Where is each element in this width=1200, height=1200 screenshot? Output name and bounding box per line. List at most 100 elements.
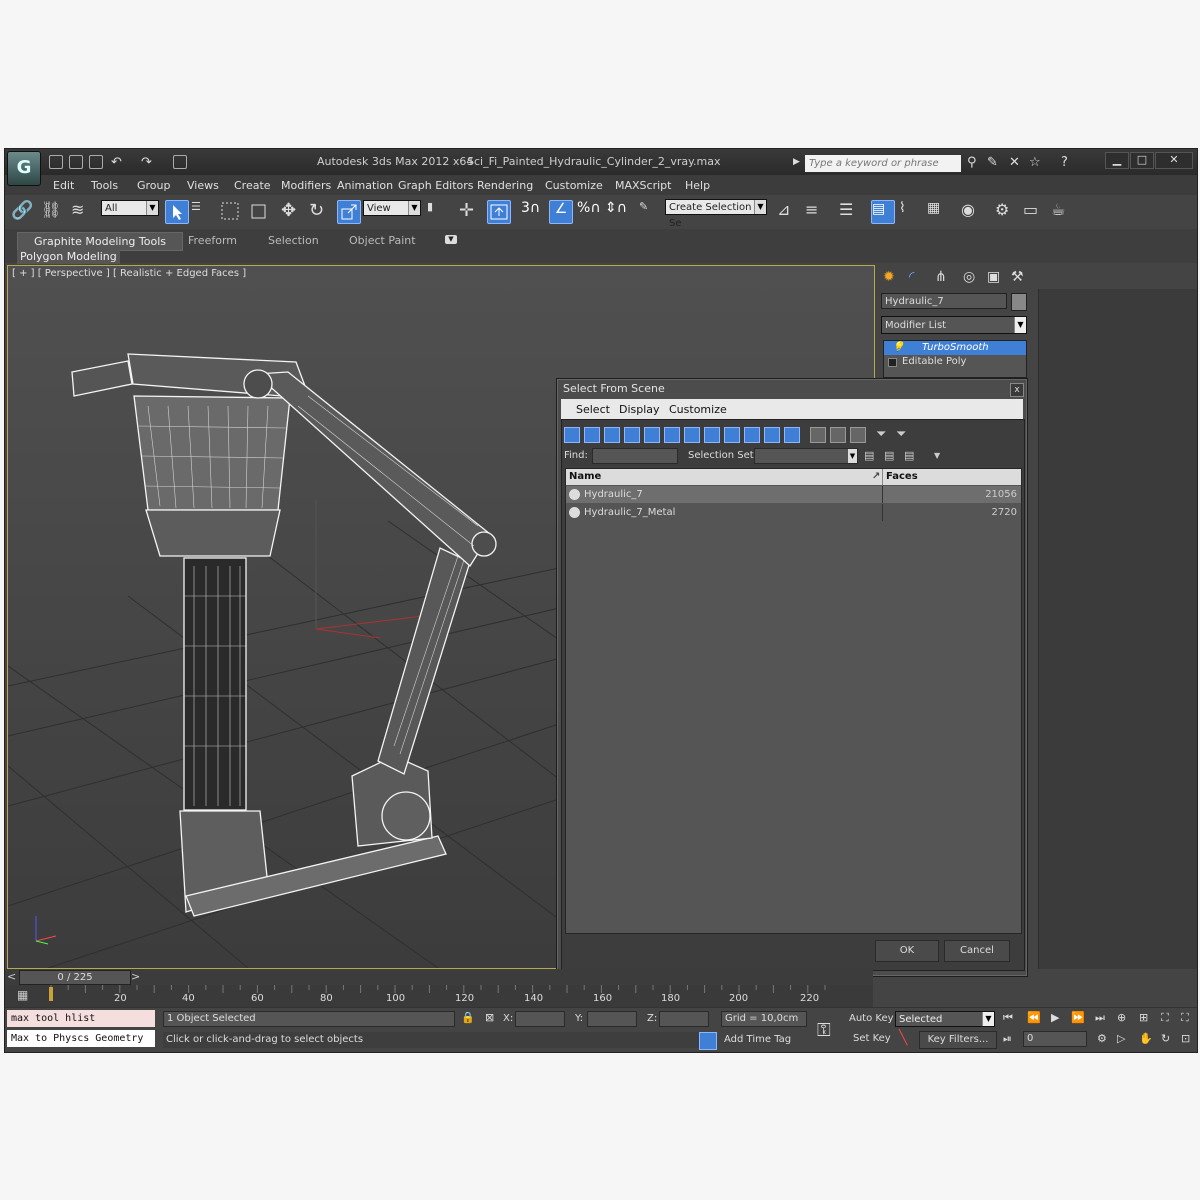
display-shapes-button[interactable]: [584, 427, 600, 443]
display-all-button[interactable]: [810, 427, 826, 443]
key-mode-dropdown[interactable]: Selected ▼: [895, 1011, 995, 1027]
close-window-button[interactable]: ✕: [1155, 152, 1193, 169]
menu-maxscript[interactable]: MAXScript: [615, 179, 671, 192]
set-key-icon[interactable]: ⚿: [817, 1020, 831, 1041]
modifier-item-editable-poly[interactable]: Editable Poly: [884, 355, 1026, 369]
maxscript-listener-line2[interactable]: Max to Physcs Geometry: [7, 1030, 155, 1047]
menu-edit[interactable]: Edit: [53, 179, 74, 192]
menu-animation[interactable]: Animation: [337, 179, 393, 192]
search-input[interactable]: Type a keyword or phrase: [805, 155, 961, 172]
zoom-icon[interactable]: ⊕: [1117, 1011, 1126, 1024]
panel-polygon-modeling[interactable]: Polygon Modeling: [17, 250, 120, 264]
scale-button[interactable]: [337, 200, 361, 224]
named-selection-set-dropdown[interactable]: Create Selection Se ▼: [665, 199, 767, 229]
object-name-field[interactable]: Hydraulic_7: [881, 293, 1007, 309]
dialog-close-button[interactable]: x: [1010, 383, 1024, 397]
ribbon-options-icon[interactable]: ▼: [445, 235, 457, 244]
column-name-header[interactable]: Name: [569, 471, 601, 482]
selection-lock-icon[interactable]: 🔒: [461, 1011, 475, 1024]
undo-icon[interactable]: ↶: [111, 156, 124, 169]
key-filters-button[interactable]: Key Filters...: [919, 1031, 997, 1049]
binoculars-icon[interactable]: ⚲: [967, 156, 980, 169]
keyboard-shortcut-override-button[interactable]: [487, 200, 511, 224]
unlink-icon[interactable]: ⛓: [41, 200, 65, 224]
mini-curve-editor-icon[interactable]: ▦: [17, 988, 28, 1002]
display-xrefs-button[interactable]: [704, 427, 720, 443]
filter-funnel-icon[interactable]: ⏷: [876, 427, 886, 442]
expand-plus-icon[interactable]: [888, 358, 897, 367]
tab-graphite-modeling-tools[interactable]: Graphite Modeling Tools: [17, 232, 184, 251]
display-tab-icon[interactable]: ▣: [987, 269, 1000, 285]
render-teapot-icon[interactable]: ☕: [1051, 200, 1075, 224]
time-tag-icon[interactable]: [699, 1032, 717, 1050]
selection-set-dropdown[interactable]: ▼: [754, 448, 858, 464]
display-lights-button[interactable]: [604, 427, 620, 443]
open-file-icon[interactable]: [69, 155, 83, 169]
pan-icon[interactable]: ✋: [1139, 1032, 1153, 1045]
object-color-swatch[interactable]: [1011, 293, 1027, 311]
toolbar-overflow-icon[interactable]: ▼: [934, 451, 940, 460]
x-coordinate-field[interactable]: [515, 1011, 565, 1027]
cancel-button[interactable]: Cancel: [944, 940, 1010, 962]
ok-button[interactable]: OK: [875, 940, 939, 962]
time-slider[interactable]: < 0 / 225 >: [5, 969, 873, 985]
filter-options-icon[interactable]: ⏷: [896, 427, 906, 442]
display-none-button[interactable]: [830, 427, 846, 443]
project-folder-icon[interactable]: [173, 155, 187, 169]
rectangular-selection-icon[interactable]: [219, 200, 243, 224]
redo-icon[interactable]: ↷: [141, 156, 154, 169]
zoom-all-icon[interactable]: ⊞: [1139, 1011, 1148, 1024]
help-icon[interactable]: ?: [1061, 156, 1074, 169]
select-by-name-icon[interactable]: ☰: [191, 200, 215, 224]
favorites-star-icon[interactable]: ☆: [1029, 156, 1042, 169]
display-groups-button[interactable]: [684, 427, 700, 443]
tab-object-paint[interactable]: Object Paint: [349, 232, 416, 249]
save-icon[interactable]: [89, 155, 103, 169]
reference-coordinate-dropdown[interactable]: View ▼: [363, 200, 421, 216]
table-row[interactable]: Hydraulic_7_Metal 2720: [566, 504, 1021, 521]
app-logo-button[interactable]: G: [7, 151, 41, 186]
window-crossing-icon[interactable]: [247, 200, 271, 224]
display-cameras-button[interactable]: [624, 427, 640, 443]
maxscript-listener-line1[interactable]: max tool hlist: [7, 1010, 155, 1027]
pivot-center-icon[interactable]: ▮: [427, 200, 451, 224]
maximize-viewport-icon[interactable]: ⊡: [1181, 1032, 1190, 1045]
slider-prev-icon[interactable]: <: [7, 970, 16, 983]
rotate-icon[interactable]: ↻: [309, 200, 333, 224]
move-icon[interactable]: ✥: [281, 200, 305, 224]
current-frame-field[interactable]: 0: [1023, 1031, 1087, 1047]
display-invert-button[interactable]: [850, 427, 866, 443]
select-manipulate-icon[interactable]: ✛: [459, 200, 483, 224]
key-tangent-icon[interactable]: ╲: [899, 1030, 907, 1046]
menu-help[interactable]: Help: [685, 179, 710, 192]
dialog-menu-select[interactable]: Select: [576, 403, 610, 416]
motion-tab-icon[interactable]: ◎: [963, 269, 975, 285]
time-configuration-icon[interactable]: ⚙: [1097, 1032, 1107, 1045]
tab-freeform[interactable]: Freeform: [188, 232, 237, 249]
menu-views[interactable]: Views: [187, 179, 219, 192]
material-editor-icon[interactable]: ◉: [961, 200, 985, 224]
field-of-view-icon[interactable]: ▷: [1117, 1032, 1125, 1045]
orbit-icon[interactable]: ↻: [1161, 1032, 1170, 1045]
menu-tools[interactable]: Tools: [91, 179, 118, 192]
layer-manager-icon[interactable]: ☰: [839, 200, 863, 224]
modifier-item-turbosmooth[interactable]: 💡 TurboSmooth: [884, 341, 1026, 355]
spinner-snap-icon[interactable]: ⇕∩: [605, 200, 629, 224]
display-helpers-button[interactable]: [644, 427, 660, 443]
edit-named-selection-icon[interactable]: ✎: [639, 200, 663, 224]
display-spacewarps-button[interactable]: [664, 427, 680, 443]
dialog-menu-display[interactable]: Display: [619, 403, 660, 416]
menu-modifiers[interactable]: Modifiers: [281, 179, 331, 192]
key-mode-toggle-icon[interactable]: ⏯: [1003, 1032, 1012, 1046]
angle-snap-button[interactable]: ∠: [549, 200, 573, 224]
display-containers-button[interactable]: [744, 427, 760, 443]
set-key-button[interactable]: Set Key: [853, 1033, 891, 1044]
add-time-tag-button[interactable]: Add Time Tag: [721, 1032, 810, 1048]
slider-next-icon[interactable]: >: [131, 970, 140, 983]
hierarchy-tab-icon[interactable]: ⋔: [935, 269, 947, 285]
link-icon[interactable]: 🔗: [11, 200, 35, 224]
percent-snap-button[interactable]: %∩: [577, 200, 601, 224]
bind-spacewarp-icon[interactable]: ≋: [71, 200, 95, 224]
minimize-button[interactable]: ▁: [1105, 152, 1129, 169]
display-hidden-button[interactable]: [784, 427, 800, 443]
